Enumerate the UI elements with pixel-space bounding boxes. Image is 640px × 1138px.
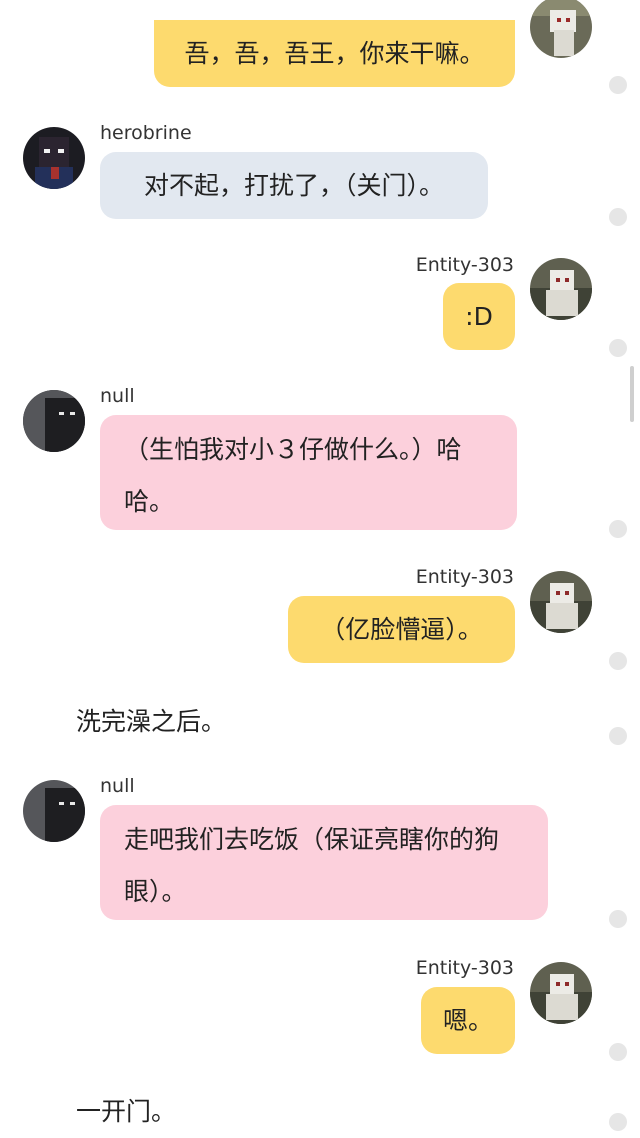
side-dot [609, 520, 627, 538]
message-bubble[interactable]: :D [443, 283, 515, 350]
narration-text: 洗完澡之后。 [76, 707, 227, 736]
message-bubble[interactable]: 对不起，打扰了，（关门）。 [100, 152, 488, 219]
message-text: 对不起，打扰了，（关门）。 [143, 171, 444, 200]
side-dot [609, 1113, 627, 1131]
message-bubble[interactable]: 吾，吾，吾王，你来干嘛。 [154, 20, 515, 87]
side-dot [609, 76, 627, 94]
entity-303-avatar-icon[interactable] [530, 962, 592, 1024]
side-dot [609, 339, 627, 357]
sender-name: Entity-303 [415, 957, 514, 979]
entity-303-avatar-icon[interactable] [530, 571, 592, 633]
sender-name: null [100, 385, 135, 407]
narration-text: 一开门。 [76, 1097, 177, 1126]
message-text-line: 哈。 [124, 487, 175, 516]
message-text: :D [465, 302, 493, 331]
chat-screen: 吾，吾，吾王，你来干嘛。 herobrine 对不起，打扰了，（关门）。 Ent… [0, 0, 640, 1138]
side-dot [609, 208, 627, 226]
side-dot [609, 727, 627, 745]
entity-303-avatar-icon[interactable] [530, 0, 592, 58]
message-text-line: 走吧我们去吃饭（保证亮瞎你的狗 [124, 825, 500, 854]
message-text-line: 眼）。 [124, 877, 187, 906]
herobrine-avatar-icon[interactable] [23, 127, 85, 189]
message-text-line: （生怕我对小３仔做什么。）哈 [124, 435, 462, 464]
side-dot [609, 1043, 627, 1061]
entity-303-avatar-icon[interactable] [530, 258, 592, 320]
null-avatar-icon[interactable] [23, 780, 85, 842]
message-text: 吾，吾，吾王，你来干嘛。 [184, 39, 485, 68]
side-dot [609, 652, 627, 670]
message-text: （亿脸懵逼）。 [320, 615, 483, 644]
sender-name: Entity-303 [415, 566, 514, 588]
message-bubble[interactable]: （亿脸懵逼）。 [288, 596, 515, 663]
message-bubble[interactable]: （生怕我对小３仔做什么。）哈 哈。 [100, 415, 517, 530]
message-bubble[interactable]: 走吧我们去吃饭（保证亮瞎你的狗 眼）。 [100, 805, 548, 920]
sender-name: null [100, 775, 135, 797]
side-dot [609, 910, 627, 928]
message-text: 嗯。 [442, 1006, 493, 1035]
sender-name: herobrine [100, 122, 192, 144]
null-avatar-icon[interactable] [23, 390, 85, 452]
sender-name: Entity-303 [415, 254, 514, 276]
scrollbar[interactable] [630, 366, 634, 422]
message-bubble[interactable]: 嗯。 [421, 987, 515, 1054]
